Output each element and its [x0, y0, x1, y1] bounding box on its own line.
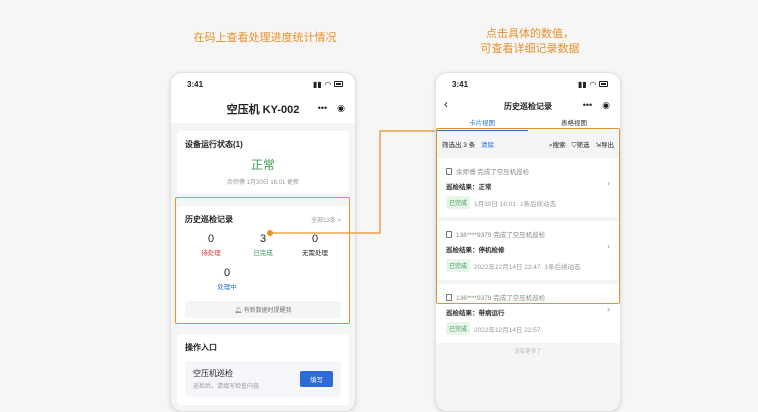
status-bar: 3:41 ▮▮ ◠: [171, 73, 355, 95]
ops-item-sub: 巡检后，请填写检查内容: [193, 384, 260, 390]
status-icons: ▮▮ ◠: [578, 80, 608, 89]
connector-arrow: [267, 130, 437, 236]
caption-right: 点击具体的数值， 可查看详细记录数据: [440, 27, 620, 57]
highlight-record-list: [436, 128, 620, 304]
page-title: 空压机 KY-002: [226, 104, 300, 116]
status-time: 3:41: [452, 79, 469, 89]
wifi-icon: ◠: [324, 79, 331, 89]
more-icon[interactable]: •••: [583, 100, 592, 111]
back-icon[interactable]: ‹: [444, 97, 448, 111]
caption-right-line2: 可查看详细记录数据: [480, 43, 580, 55]
ops-title: 操作入口: [185, 343, 217, 352]
wifi-icon: ◠: [589, 79, 596, 89]
status-bar: 3:41 ▮▮ ◠: [436, 73, 620, 95]
status-badge: 已完成: [446, 322, 471, 335]
mini-actions: ••• ◉: [318, 103, 345, 114]
chevron-right-icon: ›: [607, 304, 610, 314]
more-icon[interactable]: •••: [318, 103, 327, 114]
signal-icon: ▮▮: [578, 79, 587, 89]
record-time: 2022年12月14日 22:57: [474, 326, 541, 334]
result-value: 带病运行: [478, 310, 505, 317]
page-title: 历史巡检记录: [504, 101, 552, 111]
battery-icon: [334, 81, 343, 87]
battery-icon: [599, 81, 608, 87]
result-label: 巡检结果：: [446, 310, 479, 317]
ops-card: 操作入口 空压机巡检 巡检后，请填写检查内容 填写: [177, 334, 349, 405]
status-icons: ▮▮ ◠: [313, 80, 343, 89]
signal-icon: ▮▮: [313, 79, 322, 89]
caption-left: 在码上查看处理进度统计情况: [193, 32, 337, 44]
close-circle-icon[interactable]: ◉: [602, 100, 610, 111]
ops-item[interactable]: 空压机巡检 巡检后，请填写检查内容 填写: [185, 361, 341, 397]
list-end-text: 没有更多了: [514, 349, 542, 355]
fill-button[interactable]: 填写: [300, 371, 333, 387]
mini-actions: ••• ◉: [583, 100, 610, 111]
ops-item-title: 空压机巡检: [193, 369, 233, 378]
title-bar: ‹ 历史巡检记录 ••• ◉: [436, 95, 620, 117]
status-time: 3:41: [187, 79, 204, 89]
close-circle-icon[interactable]: ◉: [337, 103, 345, 114]
caption-right-line1: 点击具体的数值，: [486, 28, 574, 40]
title-bar: 空压机 KY-002 ••• ◉: [171, 95, 355, 123]
